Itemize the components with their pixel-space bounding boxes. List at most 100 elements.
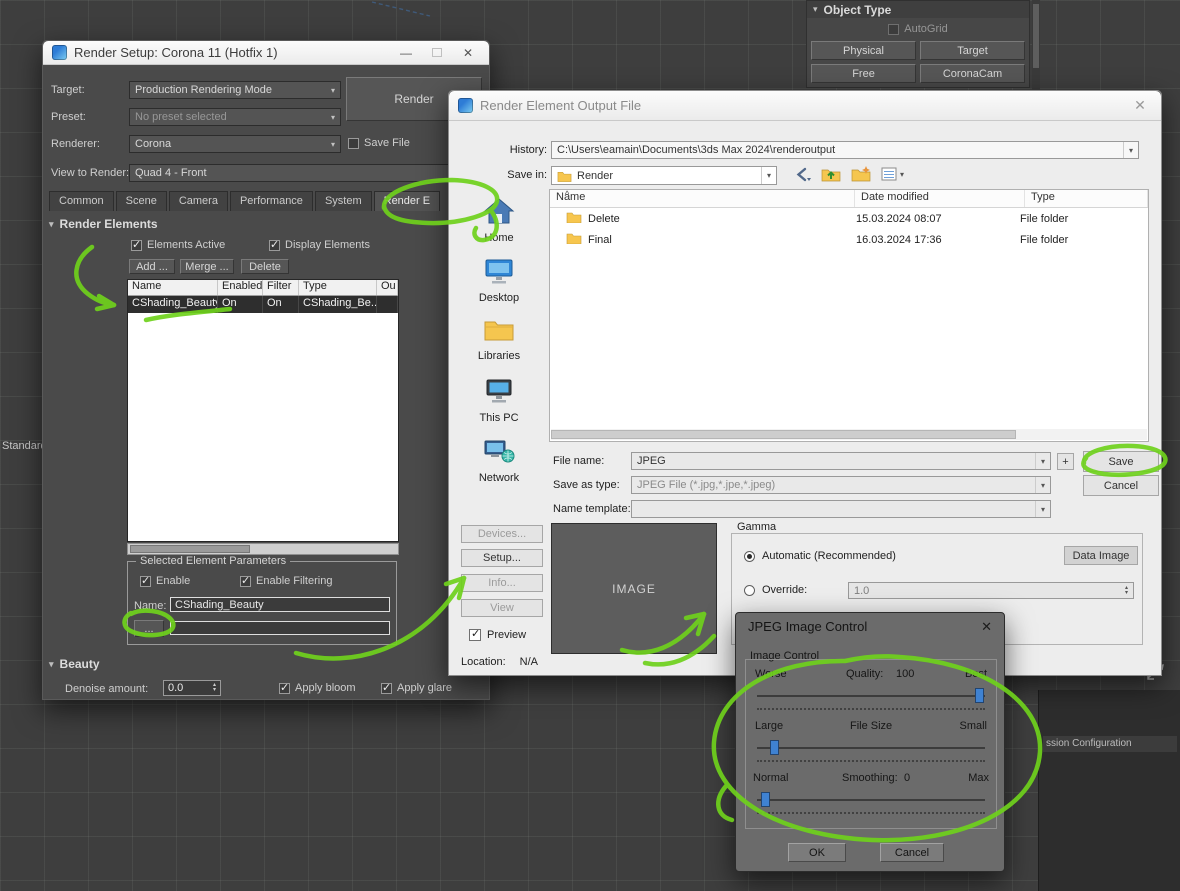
elements-active-checkbox[interactable] xyxy=(131,238,142,251)
close-button[interactable] xyxy=(981,619,992,635)
view-to-render-combo[interactable]: Quad 4 - Front xyxy=(129,164,481,182)
tab-performance[interactable]: Performance xyxy=(229,191,313,211)
col-type[interactable]: Type xyxy=(1025,190,1148,207)
target-combo[interactable]: Production Rendering Mode xyxy=(129,81,341,99)
add-element-button[interactable]: Add ... xyxy=(129,259,175,274)
smoothing-slider[interactable] xyxy=(757,792,985,808)
output-dialog-titlebar[interactable]: Render Element Output File xyxy=(449,91,1161,121)
cancel-button[interactable]: Cancel xyxy=(880,843,944,862)
place-libraries[interactable]: Libraries xyxy=(453,317,545,362)
devices-button[interactable]: Devices... xyxy=(461,525,543,543)
denoise-amount-field[interactable]: 0.0 ▴ ▾ xyxy=(163,680,221,696)
elements-table[interactable]: Name Enabled Filter Type Ou CShading_Bea… xyxy=(127,279,399,542)
save-button[interactable]: Save xyxy=(1083,451,1159,472)
view-menu-icon[interactable]: ▾ xyxy=(881,167,904,181)
tab-camera[interactable]: Camera xyxy=(168,191,228,211)
view-button[interactable]: View xyxy=(461,599,543,617)
cancel-button[interactable]: Cancel xyxy=(1083,475,1159,496)
file-list-hscrollbar[interactable] xyxy=(551,429,1147,440)
element-name-field[interactable]: CShading_Beauty xyxy=(170,597,390,612)
target-button[interactable]: Target xyxy=(920,41,1025,60)
render-setup-titlebar[interactable]: Render Setup: Corona 11 (Hotfix 1) xyxy=(43,41,489,65)
col-filter[interactable]: Filter xyxy=(263,280,299,295)
override-radio[interactable] xyxy=(744,584,755,596)
renderer-combo[interactable]: Corona xyxy=(129,135,341,153)
data-image-button[interactable]: Data Image xyxy=(1064,546,1138,565)
delete-element-button[interactable]: Delete xyxy=(241,259,289,274)
save-as-type-combo[interactable]: JPEG File (*.jpg,*.jpe,*.jpeg) xyxy=(631,476,1051,494)
preview-checkbox[interactable] xyxy=(469,627,481,641)
save-in-combo[interactable]: Render xyxy=(551,166,777,185)
smoothing-slider-handle[interactable] xyxy=(761,792,770,807)
file-list[interactable]: ^ Name Date modified Type Delete 15.03.2… xyxy=(549,189,1149,442)
close-button[interactable] xyxy=(1128,97,1152,114)
free-button[interactable]: Free xyxy=(811,64,916,83)
jpeg-dialog-titlebar[interactable]: JPEG Image Control xyxy=(736,613,1004,640)
override-field[interactable]: 1.0 ▴ ▾ xyxy=(848,582,1134,599)
name-template-combo[interactable] xyxy=(631,500,1051,518)
tab-system[interactable]: System xyxy=(314,191,372,211)
history-combo[interactable]: C:\Users\eamain\Documents\3ds Max 2024\r… xyxy=(551,141,1139,159)
col-date-modified[interactable]: Date modified xyxy=(855,190,1025,207)
place-home[interactable]: Home xyxy=(453,197,545,244)
save-as-type-label: Save as type: xyxy=(553,479,620,491)
object-type-header[interactable]: ▾ Object Type xyxy=(807,1,1029,18)
apply-bloom-checkbox[interactable] xyxy=(279,681,290,694)
tab-common[interactable]: Common xyxy=(49,191,114,211)
coronacam-button[interactable]: CoronaCam xyxy=(920,64,1025,83)
enable-checkbox[interactable] xyxy=(140,574,151,587)
physical-button[interactable]: Physical xyxy=(811,41,916,60)
close-button[interactable] xyxy=(456,46,480,60)
info-button[interactable]: Info... xyxy=(461,574,543,592)
spinner-icon[interactable]: ▴ ▾ xyxy=(213,682,216,693)
file-row-delete[interactable]: Delete 15.03.2024 08:07 File folder xyxy=(550,208,1148,229)
preset-combo[interactable]: No preset selected xyxy=(129,108,341,126)
merge-element-button[interactable]: Merge ... xyxy=(180,259,234,274)
elements-table-hscrollbar[interactable] xyxy=(127,543,399,555)
save-as-type-value: JPEG File (*.jpg,*.jpe,*.jpeg) xyxy=(637,479,776,491)
minimize-button[interactable] xyxy=(394,46,418,60)
maximize-button[interactable] xyxy=(425,46,449,60)
tab-render-elements[interactable]: Render E xyxy=(373,191,441,211)
output-path-field[interactable] xyxy=(170,621,390,635)
output-dialog-app-icon xyxy=(458,98,473,113)
place-this-pc[interactable]: This PC xyxy=(453,377,545,424)
elements-table-header[interactable]: Name Enabled Filter Type Ou xyxy=(128,280,398,296)
col-name[interactable]: Name xyxy=(128,280,218,295)
sort-ascending-icon[interactable]: ^ xyxy=(565,189,569,199)
col-enabled[interactable]: Enabled xyxy=(218,280,263,295)
table-row[interactable]: CShading_Beauty On On CShading_Be... xyxy=(128,296,398,313)
automatic-radio[interactable] xyxy=(744,550,755,562)
autogrid-checkbox[interactable] xyxy=(888,23,900,35)
beauty-rollout-header[interactable]: ▾ Beauty xyxy=(49,657,100,671)
file-list-header[interactable]: Name Date modified Type xyxy=(550,190,1148,208)
ok-button[interactable]: OK xyxy=(788,843,846,862)
quality-slider[interactable] xyxy=(757,688,985,704)
output-browse-button[interactable]: ... xyxy=(134,620,164,637)
col-type[interactable]: Type xyxy=(299,280,377,295)
enable-filtering-checkbox[interactable] xyxy=(240,574,251,587)
increment-plus-button[interactable]: + xyxy=(1057,453,1074,470)
quality-left-label: Worse xyxy=(755,668,787,680)
col-name[interactable]: Name xyxy=(550,190,855,207)
apply-glare-checkbox[interactable] xyxy=(381,681,392,694)
filesize-slider-handle[interactable] xyxy=(770,740,779,755)
tab-scene[interactable]: Scene xyxy=(115,191,167,211)
filesize-slider[interactable] xyxy=(757,740,985,756)
save-file-checkbox[interactable] xyxy=(348,137,359,149)
spinner-icon[interactable]: ▴ ▾ xyxy=(1125,585,1128,596)
setup-button[interactable]: Setup... xyxy=(461,549,543,567)
quality-slider-handle[interactable] xyxy=(975,688,984,703)
history-label: History: xyxy=(509,144,547,156)
display-elements-checkbox[interactable] xyxy=(269,238,280,251)
back-icon[interactable] xyxy=(795,167,811,182)
file-name-combo[interactable]: JPEG xyxy=(631,452,1051,470)
new-folder-icon[interactable] xyxy=(851,166,871,182)
render-elements-rollout-header[interactable]: ▾ Render Elements xyxy=(49,217,158,231)
place-desktop[interactable]: Desktop xyxy=(453,257,545,304)
col-output[interactable]: Ou xyxy=(377,280,398,295)
up-folder-icon[interactable] xyxy=(821,166,841,182)
place-network[interactable]: Network xyxy=(453,437,545,484)
file-row-final[interactable]: Final 16.03.2024 17:36 File folder xyxy=(550,229,1148,250)
session-configuration-item[interactable]: ssion Configuration xyxy=(1043,736,1177,752)
